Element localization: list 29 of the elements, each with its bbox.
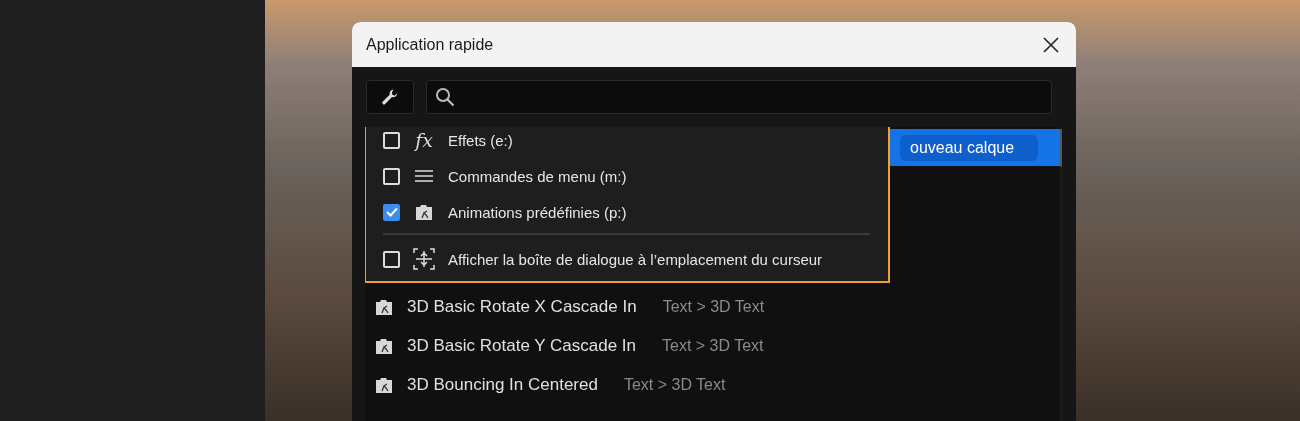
result-row[interactable]: 3D Bouncing In Centered Text > 3D Text: [365, 366, 1061, 403]
menu-item-label[interactable]: Animations prédéfinies (p:): [448, 203, 627, 221]
window-title: Application rapide: [366, 35, 494, 54]
menu-item-label[interactable]: Afficher la boîte de dialogue à l’emplacement du curseur: [448, 250, 823, 268]
wrench-icon: [381, 88, 399, 106]
category-path: Text > 3D Text: [662, 336, 764, 355]
menu-item-label[interactable]: Commandes de menu (m:): [448, 167, 627, 185]
scrollbar-thumb[interactable]: [1060, 129, 1062, 167]
preset-icon: [375, 336, 393, 355]
result-name: 3D Basic Rotate Y Cascade In: [407, 335, 636, 356]
category-path: Text > 3D Text: [623, 375, 726, 394]
preset-icon: [375, 375, 393, 394]
preset-icon: [415, 203, 433, 221]
menu-item-label[interactable]: Effets (e:): [448, 131, 513, 149]
result-row[interactable]: 3D Basic Rotate Y Cascade In Text > 3D Text: [365, 327, 1061, 364]
settings-button[interactable]: [366, 80, 414, 114]
checkbox[interactable]: [383, 203, 400, 221]
result-name: 3D Basic Rotate X Cascade In: [407, 296, 637, 317]
effects-icon: fx: [415, 129, 433, 151]
search-icon: [435, 87, 455, 107]
crosshair-icon: [413, 248, 435, 270]
result-name: ouveau calque: [900, 134, 1039, 161]
menu-icon: [415, 170, 433, 182]
result-name: 3D Bouncing In Centered: [407, 374, 598, 395]
result-row[interactable]: 3D Basic Rotate X Cascade In Text > 3D Text: [365, 288, 1061, 325]
preset-icon: [375, 297, 393, 316]
category-path: Text > 3D Text: [662, 297, 765, 316]
result-row[interactable]: ouveau calque: [890, 129, 1061, 166]
search-field[interactable]: [426, 80, 1052, 114]
